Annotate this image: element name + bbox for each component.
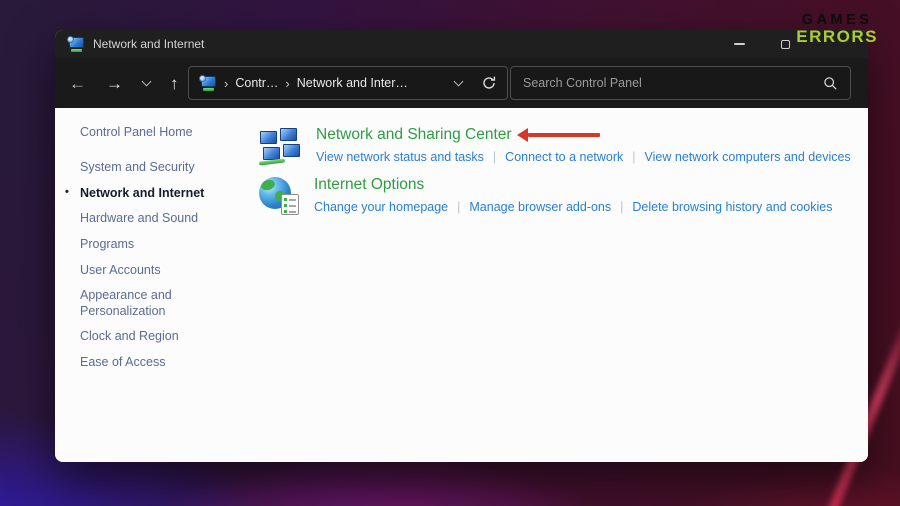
logo-line-errors: ERRORS <box>796 28 878 46</box>
active-item-bullet: • <box>65 186 69 200</box>
navigation-toolbar: ← → ↑ › Contr… › Network and Inter… <box>55 58 868 108</box>
search-bar[interactable] <box>510 66 851 100</box>
sidebar-item-network-and-internet[interactable]: • Network and Internet <box>80 186 225 202</box>
address-bar[interactable]: › Contr… › Network and Inter… <box>188 66 508 100</box>
sidebar-item-label: Network and Internet <box>80 186 204 200</box>
sidebar-item-ease-of-access[interactable]: Ease of Access <box>80 355 225 371</box>
sidebar-item-programs[interactable]: Programs <box>80 237 225 253</box>
logo-line-games: GAMES <box>796 13 878 28</box>
minimize-button[interactable] <box>734 43 745 45</box>
window-title: Network and Internet <box>93 37 204 51</box>
link-change-your-homepage[interactable]: Change your homepage <box>314 200 448 214</box>
sidebar-item-user-accounts[interactable]: User Accounts <box>80 263 225 279</box>
network-monitor-icon <box>199 76 217 91</box>
breadcrumb-separator: › <box>285 76 289 91</box>
link-separator: | <box>632 150 635 164</box>
link-view-network-status-and-tasks[interactable]: View network status and tasks <box>316 150 484 164</box>
breadcrumb-network-and-internet[interactable]: Network and Inter… <box>297 76 408 90</box>
sidebar: Control Panel Home System and Security •… <box>55 108 260 381</box>
address-chevron-down-icon[interactable] <box>454 76 464 86</box>
sidebar-item-clock-and-region[interactable]: Clock and Region <box>80 329 225 345</box>
internet-options-globe-icon[interactable] <box>259 177 299 215</box>
title-bar[interactable]: Network and Internet <box>55 30 868 58</box>
recent-pages-chevron-down-icon[interactable] <box>142 76 152 86</box>
link-separator: | <box>493 150 496 164</box>
back-button[interactable]: ← <box>69 75 86 92</box>
sidebar-item-appearance-and-personalization[interactable]: Appearance and Personalization <box>80 288 225 319</box>
section-network-and-sharing-center: Network and Sharing Center View network … <box>259 125 862 165</box>
main-panel: Network and Sharing Center View network … <box>259 108 862 225</box>
link-view-network-computers-and-devices[interactable]: View network computers and devices <box>645 150 851 164</box>
sidebar-item-control-panel-home[interactable]: Control Panel Home <box>80 125 260 139</box>
link-delete-browsing-history-and-cookies[interactable]: Delete browsing history and cookies <box>632 200 832 214</box>
maximize-button[interactable] <box>781 40 790 49</box>
network-sharing-center-icon[interactable] <box>259 127 301 165</box>
refresh-icon[interactable] <box>481 75 497 91</box>
network-monitor-icon <box>67 37 85 52</box>
content-area: Control Panel Home System and Security •… <box>55 108 868 462</box>
red-arrow-annotation <box>528 133 600 137</box>
games-errors-logo: GAMES ERRORS <box>796 13 878 46</box>
forward-button[interactable]: → <box>106 75 123 92</box>
section-title-network-and-sharing-center[interactable]: Network and Sharing Center <box>316 126 512 144</box>
breadcrumb-control-panel[interactable]: Contr… <box>235 76 278 90</box>
control-panel-search-input[interactable] <box>523 76 823 90</box>
control-panel-window: Network and Internet ← → ↑ › Contr… › Ne… <box>55 30 868 462</box>
link-connect-to-a-network[interactable]: Connect to a network <box>505 150 623 164</box>
search-icon[interactable] <box>823 76 838 91</box>
section-title-internet-options[interactable]: Internet Options <box>314 176 424 194</box>
breadcrumb-separator: › <box>224 76 228 91</box>
sidebar-item-system-and-security[interactable]: System and Security <box>80 160 225 176</box>
link-separator: | <box>620 200 623 214</box>
link-separator: | <box>457 200 460 214</box>
link-manage-browser-add-ons[interactable]: Manage browser add-ons <box>469 200 611 214</box>
up-button[interactable]: ↑ <box>170 75 179 92</box>
sidebar-item-hardware-and-sound[interactable]: Hardware and Sound <box>80 211 225 227</box>
section-internet-options: Internet Options Change your homepage | Ma… <box>259 175 862 215</box>
